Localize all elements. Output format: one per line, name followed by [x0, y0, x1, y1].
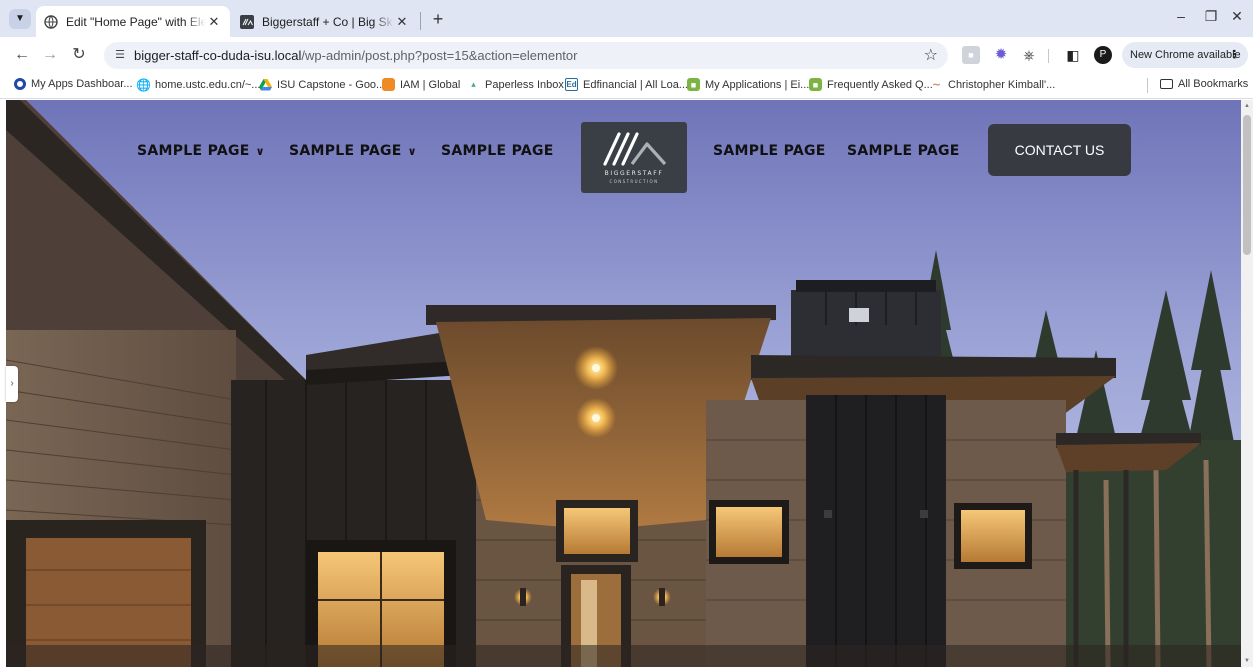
tab-title: Edit "Home Page" with Elementor [66, 14, 206, 29]
extension-gear-icon[interactable]: ✹ [992, 46, 1010, 64]
drive-icon [259, 78, 272, 91]
chrome-update-button[interactable]: New Chrome available ⋮ [1122, 42, 1248, 68]
chevron-down-icon: ∨ [255, 145, 265, 158]
new-tab-button[interactable]: + [428, 7, 448, 31]
globe-icon: 🌐 [136, 77, 151, 92]
nav-item-sample-page-2[interactable]: SAMPLE PAGE ∨ [289, 143, 417, 159]
close-tab-icon[interactable]: ✕ [206, 14, 222, 30]
toolbar-divider [1048, 49, 1049, 63]
tab-title: Biggerstaff + Co | Big Sky Montana [262, 14, 394, 29]
site-logo[interactable]: BIGGERSTAFF CONSTRUCTION [581, 122, 687, 193]
bookmark-my-applications[interactable]: ■ My Applications | Ei... [687, 78, 809, 91]
bookmark-star-icon[interactable]: ☆ [924, 45, 938, 65]
apps-icon: ■ [687, 78, 700, 91]
nav-item-sample-page-4[interactable]: SAMPLE PAGE [713, 143, 826, 159]
tab-search-button[interactable]: ▼ [9, 9, 31, 29]
site-info-icon[interactable]: ☰ [110, 45, 130, 65]
expand-panel-icon[interactable]: › [6, 366, 18, 402]
biggerstaff-favicon-icon [240, 14, 254, 29]
paperless-icon: ▴ [471, 79, 476, 89]
scrollbar-thumb[interactable] [1243, 115, 1251, 255]
bookmark-iam-global[interactable]: IAM | Global [382, 78, 460, 91]
cube-icon [382, 78, 395, 91]
url-text[interactable]: bigger-staff-co-duda-isu.local/wp-admin/… [134, 48, 577, 63]
bookmarks-divider [1147, 78, 1148, 93]
tab-divider [420, 12, 421, 30]
bookmark-isu-capstone[interactable]: ISU Capstone - Goo... [259, 78, 385, 91]
scroll-up-icon[interactable]: ▲ [1244, 103, 1250, 109]
profile-avatar[interactable]: P [1094, 46, 1112, 64]
faq-icon: ■ [809, 78, 822, 91]
page-scrollbar[interactable]: ▲ ▼ [1241, 100, 1253, 667]
ck-icon: ∼ [931, 79, 942, 91]
browser-toolbar: ← → ↻ ☰ bigger-staff-co-duda-isu.local/w… [0, 37, 1253, 73]
globe-icon [44, 14, 58, 29]
bookmark-paperless[interactable]: ▴ Paperless Inbox [467, 78, 564, 91]
extensions-puzzle-icon[interactable]: ⎈ [1020, 46, 1038, 64]
more-menu-icon[interactable]: ⋮ [1229, 42, 1240, 68]
bookmark-my-apps[interactable]: My Apps Dashboar... [14, 78, 133, 90]
nav-item-sample-page-1[interactable]: SAMPLE PAGE ∨ [137, 143, 265, 159]
tab-biggerstaff[interactable]: Biggerstaff + Co | Big Sky Montana ✕ [234, 6, 416, 37]
tab-strip: ▼ Edit "Home Page" with Elementor ✕ Bigg… [0, 0, 1253, 37]
bookmark-ustc[interactable]: 🌐 home.ustc.edu.cn/~... [136, 77, 260, 92]
ed-icon: Ed [565, 78, 578, 91]
contact-us-button[interactable]: CONTACT US [988, 124, 1131, 176]
minimize-icon[interactable]: – [1166, 8, 1196, 24]
side-panel-icon[interactable]: ◧ [1064, 46, 1082, 64]
bookmark-christopher-kimball[interactable]: ∼ Christopher Kimball'... [930, 78, 1055, 92]
extension-icon[interactable]: ■ [962, 46, 980, 64]
bookmark-faq[interactable]: ■ Frequently Asked Q... [809, 78, 933, 91]
logo-name: BIGGERSTAFF [604, 170, 664, 177]
nav-item-sample-page-5[interactable]: SAMPLE PAGE [847, 143, 960, 159]
bookmarks-bar: My Apps Dashboar... 🌐 home.ustc.edu.cn/~… [0, 73, 1253, 99]
reload-icon[interactable]: ↻ [67, 43, 91, 67]
back-icon[interactable]: ← [10, 43, 34, 67]
all-bookmarks-folder[interactable]: All Bookmarks [1160, 78, 1248, 90]
logo-mark-icon [603, 132, 667, 166]
logo-subtitle: CONSTRUCTION [609, 179, 659, 184]
close-window-icon[interactable]: ✕ [1222, 8, 1252, 25]
scroll-down-icon[interactable]: ▼ [1244, 658, 1250, 664]
forward-icon[interactable]: → [38, 43, 62, 67]
close-tab-icon[interactable]: ✕ [394, 14, 410, 30]
bookmark-edfinancial[interactable]: Ed Edfinancial | All Loa... [565, 78, 688, 91]
folder-icon [1160, 79, 1173, 89]
circle-icon [14, 78, 26, 90]
chevron-down-icon: ∨ [407, 145, 417, 158]
nav-item-sample-page-3[interactable]: SAMPLE PAGE [441, 143, 554, 159]
address-bar[interactable]: ☰ bigger-staff-co-duda-isu.local/wp-admi… [104, 42, 948, 69]
hero-house-image: SAMPLE PAGE ∨ SAMPLE PAGE ∨ SAMPLE PAGE BI… [6, 100, 1241, 667]
tab-edit-home-page[interactable]: Edit "Home Page" with Elementor ✕ [36, 6, 230, 37]
page-viewport: SAMPLE PAGE ∨ SAMPLE PAGE ∨ SAMPLE PAGE BI… [0, 100, 1253, 667]
